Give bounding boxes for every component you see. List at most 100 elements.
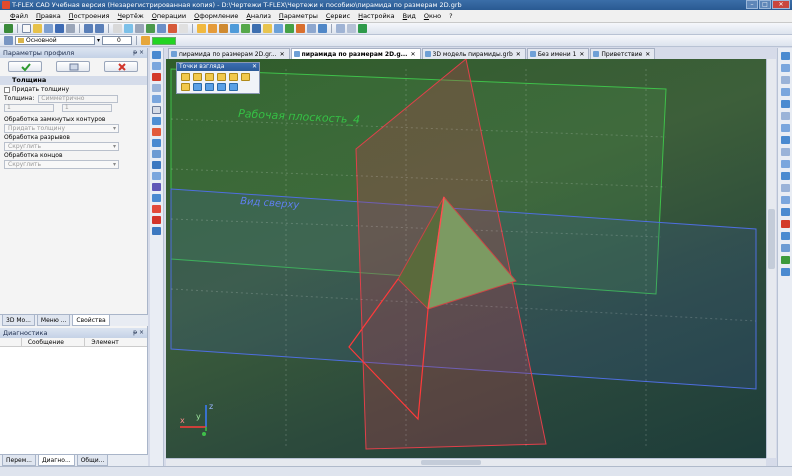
tool-path-icon[interactable] xyxy=(152,183,161,191)
view-iso-3-icon[interactable] xyxy=(205,83,214,91)
line-tool-icon[interactable] xyxy=(157,24,166,33)
tool-workplane-icon[interactable] xyxy=(152,62,161,70)
excel-icon[interactable] xyxy=(358,24,367,33)
menu-file[interactable]: Файл xyxy=(10,12,28,20)
thickness-section-header[interactable]: Толщина xyxy=(0,76,147,85)
view-iso-2-icon[interactable] xyxy=(193,83,202,91)
layer-dropdown-icon[interactable]: ▾ xyxy=(97,37,100,44)
menu-parameters[interactable]: Параметры xyxy=(279,12,318,20)
color-swatch[interactable] xyxy=(152,36,177,45)
zoom-all-icon[interactable] xyxy=(780,100,790,108)
tab-general[interactable]: Общи... xyxy=(76,455,109,466)
minimize-button[interactable]: – xyxy=(746,0,758,9)
tab-menu[interactable]: Меню ... xyxy=(36,315,71,326)
scroll-thumb[interactable] xyxy=(768,209,775,269)
rotate-operation-icon[interactable] xyxy=(208,24,217,33)
tool-cut-icon[interactable] xyxy=(152,205,161,213)
cancel-button[interactable] xyxy=(104,61,138,72)
scroll-thumb[interactable] xyxy=(421,460,481,465)
tool-cylinder-icon[interactable] xyxy=(152,216,161,224)
preview-button[interactable] xyxy=(56,61,90,72)
save-icon[interactable] xyxy=(55,24,64,33)
ends-select[interactable]: Скруглить xyxy=(4,160,119,169)
open-folder-icon[interactable] xyxy=(33,24,42,33)
undo-icon[interactable] xyxy=(84,24,93,33)
tool-3d-node-icon[interactable] xyxy=(152,51,161,59)
view-iso-5-icon[interactable] xyxy=(229,83,238,91)
menu-window[interactable]: Окно xyxy=(424,12,441,20)
3d-viewport[interactable]: Рабочая плоскость_4 Вид сверху z x y Точ… xyxy=(166,59,766,458)
zoom-out-icon[interactable] xyxy=(780,88,790,96)
sheet-icon[interactable] xyxy=(296,24,305,33)
view-iso-1-icon[interactable] xyxy=(181,83,190,91)
view-right-icon[interactable] xyxy=(217,73,226,81)
view-settings-icon[interactable] xyxy=(780,172,790,180)
horizontal-scrollbar[interactable] xyxy=(166,458,766,466)
doc-tab-4[interactable]: Без имени 1 ✕ xyxy=(526,48,590,59)
menu-operations[interactable]: Операции xyxy=(152,12,186,20)
close-button[interactable]: ✕ xyxy=(772,0,790,9)
tab-properties[interactable]: Свойства xyxy=(72,315,110,326)
zoom-in-icon[interactable] xyxy=(780,76,790,84)
menu-analysis[interactable]: Анализ xyxy=(246,12,271,20)
measure-icon[interactable] xyxy=(347,24,356,33)
color-picker-icon[interactable] xyxy=(141,36,151,45)
pan-icon[interactable] xyxy=(780,112,790,120)
close-icon[interactable]: ✕ xyxy=(410,51,415,58)
view-front-icon[interactable] xyxy=(181,73,190,81)
menu-help[interactable]: ? xyxy=(449,12,452,20)
thickness-spin-1[interactable]: 1 xyxy=(4,103,54,112)
view-top-icon[interactable] xyxy=(229,73,238,81)
new-3d-icon[interactable] xyxy=(44,24,53,33)
fillet-icon[interactable] xyxy=(241,24,250,33)
orbit-icon[interactable] xyxy=(780,136,790,144)
tool-hatch-icon[interactable] xyxy=(152,117,161,125)
new-file-icon[interactable] xyxy=(22,24,31,33)
panel-pin-icon[interactable]: ᵽ × xyxy=(133,48,144,58)
cube-icon[interactable] xyxy=(780,268,790,276)
redo-icon[interactable] xyxy=(95,24,104,33)
rotate-view-icon[interactable] xyxy=(780,124,790,132)
pointer-icon[interactable] xyxy=(168,24,177,33)
menu-format[interactable]: Оформление xyxy=(194,12,238,20)
mirror-icon[interactable] xyxy=(285,24,294,33)
layers-icon[interactable] xyxy=(780,244,790,252)
thickness-spin-2[interactable]: 1 xyxy=(61,103,112,112)
level-select[interactable]: 0 xyxy=(102,36,133,45)
array-icon[interactable] xyxy=(274,24,283,33)
tool-fragment-icon[interactable] xyxy=(152,150,161,158)
add-thickness-row[interactable]: Придать толщину xyxy=(0,85,147,94)
menu-service[interactable]: Сервис xyxy=(326,12,350,20)
diagnostics-pin-icon[interactable]: ᵽ × xyxy=(133,328,144,338)
extrude-icon[interactable] xyxy=(197,24,206,33)
select-icon[interactable] xyxy=(135,24,144,33)
tool-delete-icon[interactable] xyxy=(152,73,161,81)
chamfer-icon[interactable] xyxy=(252,24,261,33)
diagnostics-col-message[interactable]: Сообщение xyxy=(22,338,86,346)
tool-dimension-icon[interactable] xyxy=(152,161,161,169)
tool-array-icon[interactable] xyxy=(152,194,161,202)
maximize-button[interactable]: □ xyxy=(759,0,771,9)
loft-icon[interactable] xyxy=(219,24,228,33)
close-icon[interactable]: ✕ xyxy=(579,51,584,58)
close-icon[interactable]: ✕ xyxy=(645,51,650,58)
zoom-icon[interactable] xyxy=(179,24,188,33)
accept-icon[interactable] xyxy=(780,256,790,264)
menu-construct[interactable]: Построения xyxy=(69,12,110,20)
surface-icon[interactable] xyxy=(307,24,316,33)
doc-tab-1[interactable]: пирамида по размерам 2D.gr... ✕ xyxy=(168,48,290,59)
view-back-icon[interactable] xyxy=(193,73,202,81)
section-view-icon[interactable] xyxy=(780,220,790,228)
tool-table-icon[interactable] xyxy=(152,172,161,180)
section-icon[interactable] xyxy=(318,24,327,33)
tab-3d-model[interactable]: 3D Мо... xyxy=(2,315,35,326)
close-icon[interactable]: ✕ xyxy=(516,51,521,58)
zoom-window-icon[interactable] xyxy=(780,64,790,72)
vertical-scrollbar[interactable] xyxy=(766,59,776,458)
look-at-icon[interactable] xyxy=(780,148,790,156)
shell-icon[interactable] xyxy=(263,24,272,33)
shade-icon[interactable] xyxy=(780,184,790,192)
window-tile-icon[interactable] xyxy=(336,24,345,33)
close-icon[interactable]: ✕ xyxy=(252,63,257,71)
doc-tab-2[interactable]: пирамида по размерам 2D.g... ✕ xyxy=(290,48,421,59)
